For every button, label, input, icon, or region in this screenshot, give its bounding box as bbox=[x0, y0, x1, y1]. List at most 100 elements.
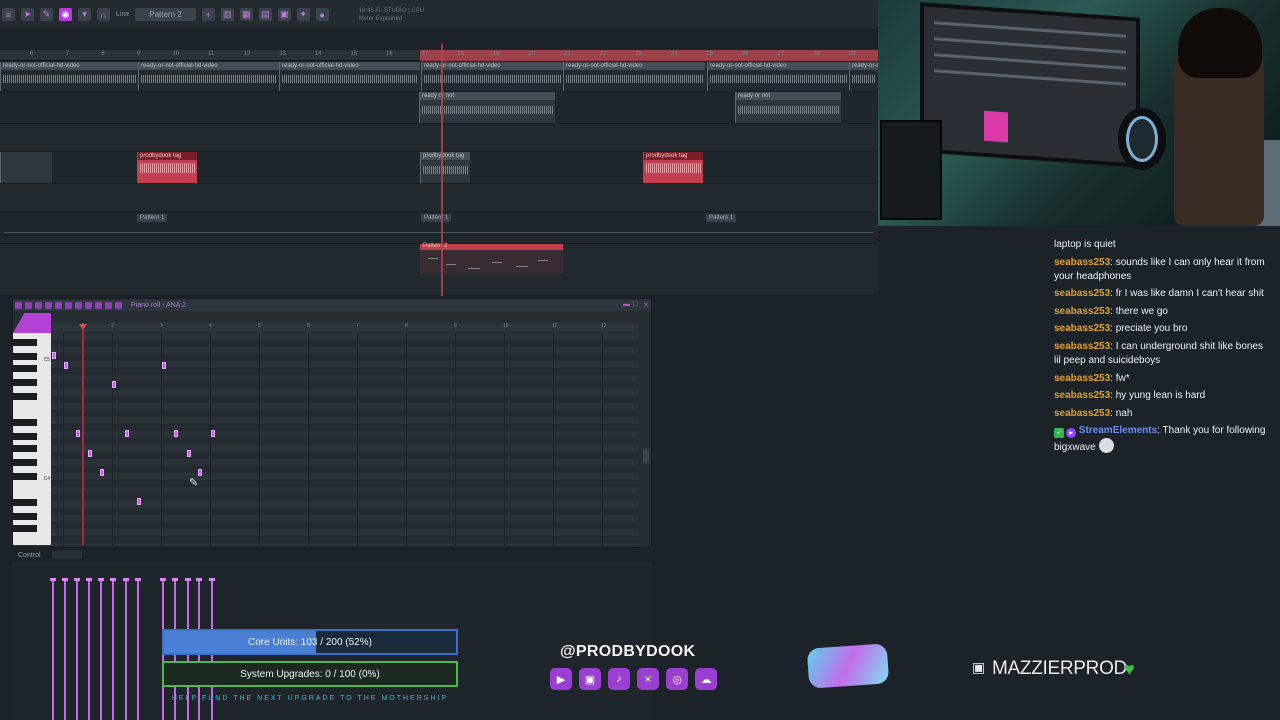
velocity-bar[interactable] bbox=[64, 581, 66, 720]
velocity-bar[interactable] bbox=[125, 581, 127, 720]
black-key[interactable] bbox=[13, 525, 37, 532]
audio-clip[interactable]: ready-or-not-official-hd-video bbox=[563, 62, 705, 91]
black-key[interactable] bbox=[13, 445, 37, 452]
audio-clip[interactable]: ready-or-not-official-hd-video bbox=[0, 62, 138, 91]
black-key[interactable] bbox=[13, 459, 37, 466]
black-key[interactable] bbox=[13, 339, 37, 346]
black-key[interactable] bbox=[13, 419, 37, 426]
velocity-handle[interactable] bbox=[110, 578, 116, 581]
velocity-bar[interactable] bbox=[88, 581, 90, 720]
magnet-icon[interactable] bbox=[35, 301, 42, 309]
channel-rack-icon[interactable]: ▦ bbox=[239, 8, 253, 21]
minimize-icon[interactable]: ▬ bbox=[623, 301, 630, 308]
track-vocal[interactable]: ready or not ready or not bbox=[0, 92, 878, 124]
tag-clip[interactable]: prodbydook tag bbox=[137, 152, 197, 183]
audio-clip[interactable]: ready-or-not-official-hd-video bbox=[707, 62, 849, 91]
black-key[interactable] bbox=[13, 473, 37, 480]
velocity-bar[interactable] bbox=[137, 581, 139, 720]
black-key[interactable] bbox=[13, 499, 37, 506]
velocity-handle[interactable] bbox=[74, 578, 80, 581]
menu-icon[interactable]: ≡ bbox=[2, 8, 15, 21]
paint-icon[interactable] bbox=[55, 301, 62, 309]
play-icon[interactable] bbox=[115, 301, 122, 309]
audio-clip[interactable]: ready-or-not-official-hd-video bbox=[138, 62, 279, 91]
black-key[interactable] bbox=[13, 433, 37, 440]
zoom-icon[interactable] bbox=[105, 301, 112, 309]
piano-keyboard[interactable]: C5 C4 bbox=[13, 333, 51, 545]
pencil-icon[interactable]: ✎ bbox=[40, 8, 53, 21]
pattern-clip-label[interactable]: Pattern 1 bbox=[421, 214, 452, 222]
settings-icon[interactable] bbox=[45, 301, 52, 309]
piano-roll-corner[interactable] bbox=[13, 313, 51, 333]
track-empty[interactable] bbox=[0, 184, 878, 212]
midi-note[interactable] bbox=[198, 469, 202, 476]
midi-note[interactable] bbox=[100, 469, 104, 476]
midi-note[interactable] bbox=[125, 430, 129, 437]
vertical-scrollbar[interactable] bbox=[643, 449, 649, 463]
midi-note[interactable] bbox=[137, 498, 141, 505]
tag-clip[interactable]: prodbydook tag bbox=[420, 152, 470, 183]
select-icon[interactable] bbox=[95, 301, 102, 309]
velocity-handle[interactable] bbox=[185, 578, 191, 581]
midi-note[interactable] bbox=[76, 430, 80, 437]
velocity-bar[interactable] bbox=[76, 581, 78, 720]
velocity-bar[interactable] bbox=[100, 581, 102, 720]
paint-icon[interactable]: ▾ bbox=[78, 8, 91, 21]
magnet-icon[interactable]: ◉ bbox=[59, 8, 72, 21]
velocity-handle[interactable] bbox=[123, 578, 129, 581]
mixer-icon[interactable]: ▥ bbox=[220, 8, 234, 21]
piano-roll-window[interactable]: Piano roll - ANA 2 ▬ □ ✕ 2 3 4 5 6 7 8 9 10 11 12 … bbox=[12, 298, 652, 548]
velocity-bar[interactable] bbox=[52, 581, 54, 720]
piano-roll-ruler[interactable]: 2 3 4 5 6 7 8 9 10 11 12 bbox=[51, 323, 639, 332]
tag-clip-muted[interactable] bbox=[0, 152, 52, 183]
playlist-playhead[interactable] bbox=[441, 44, 443, 296]
menu-icon[interactable] bbox=[15, 301, 22, 309]
piano-roll-titlebar[interactable]: Piano roll - ANA 2 ▬ □ ✕ bbox=[13, 299, 651, 311]
track-empty[interactable] bbox=[0, 124, 878, 152]
vocal-clip[interactable]: ready or not bbox=[735, 92, 841, 123]
note-grid[interactable] bbox=[51, 333, 639, 545]
delete-icon[interactable] bbox=[65, 301, 72, 309]
control-label[interactable]: Control bbox=[18, 552, 41, 559]
midi-note[interactable] bbox=[174, 430, 178, 437]
midi-note[interactable] bbox=[64, 362, 68, 369]
audio-clip[interactable]: ready-or-not-official-hd-video bbox=[849, 62, 878, 91]
add-pattern-icon[interactable]: + bbox=[201, 8, 215, 21]
arrow-icon[interactable]: ➤ bbox=[21, 8, 34, 21]
vocal-clip[interactable]: ready or not bbox=[419, 92, 555, 123]
black-key[interactable] bbox=[13, 353, 37, 360]
black-key[interactable] bbox=[13, 365, 37, 372]
slice-icon[interactable] bbox=[85, 301, 92, 309]
velocity-handle[interactable] bbox=[50, 578, 56, 581]
black-key[interactable] bbox=[13, 513, 37, 520]
black-key[interactable] bbox=[13, 379, 37, 386]
audio-clip[interactable]: ready-or-not-official-hd-video bbox=[279, 62, 420, 91]
velocity-handle[interactable] bbox=[172, 578, 178, 581]
browser-icon[interactable]: ▣ bbox=[277, 8, 291, 21]
mute-icon[interactable] bbox=[75, 301, 82, 309]
black-key[interactable] bbox=[13, 393, 37, 400]
maximize-icon[interactable]: □ bbox=[633, 301, 637, 308]
track-audio[interactable]: ready-or-not-official-hd-video ready-or-… bbox=[0, 62, 878, 92]
pattern-clip-label[interactable]: Pattern 1 bbox=[137, 214, 168, 222]
midi-note[interactable] bbox=[112, 381, 116, 388]
track-tag[interactable]: prodbydook tag prodbydook tag prodbydook… bbox=[0, 152, 878, 184]
pencil-icon[interactable] bbox=[25, 301, 32, 309]
plugin-icon[interactable]: ✦ bbox=[296, 8, 310, 21]
midi-note[interactable] bbox=[162, 362, 166, 369]
timeline-ruler[interactable]: 6 7 8 9 10 11 12 13 14 15 16 17 18 19 20 21 22 23 24 25 26 27… bbox=[0, 50, 878, 61]
playhead-marker[interactable] bbox=[79, 324, 87, 330]
control-dropdown[interactable] bbox=[52, 551, 82, 559]
velocity-handle[interactable] bbox=[135, 578, 141, 581]
velocity-handle[interactable] bbox=[160, 578, 166, 581]
velocity-handle[interactable] bbox=[196, 578, 202, 581]
pattern-clip-label[interactable]: Pattern 1 bbox=[706, 214, 737, 222]
snap-select[interactable]: Line bbox=[116, 11, 129, 18]
velocity-bar[interactable] bbox=[112, 581, 114, 720]
tag-clip[interactable]: prodbydook tag bbox=[643, 152, 703, 183]
velocity-handle[interactable] bbox=[62, 578, 68, 581]
loop-region[interactable] bbox=[420, 50, 878, 61]
close-icon[interactable]: ✕ bbox=[643, 301, 649, 309]
velocity-handle[interactable] bbox=[86, 578, 92, 581]
piano-roll-icon[interactable]: ▤ bbox=[258, 8, 272, 21]
